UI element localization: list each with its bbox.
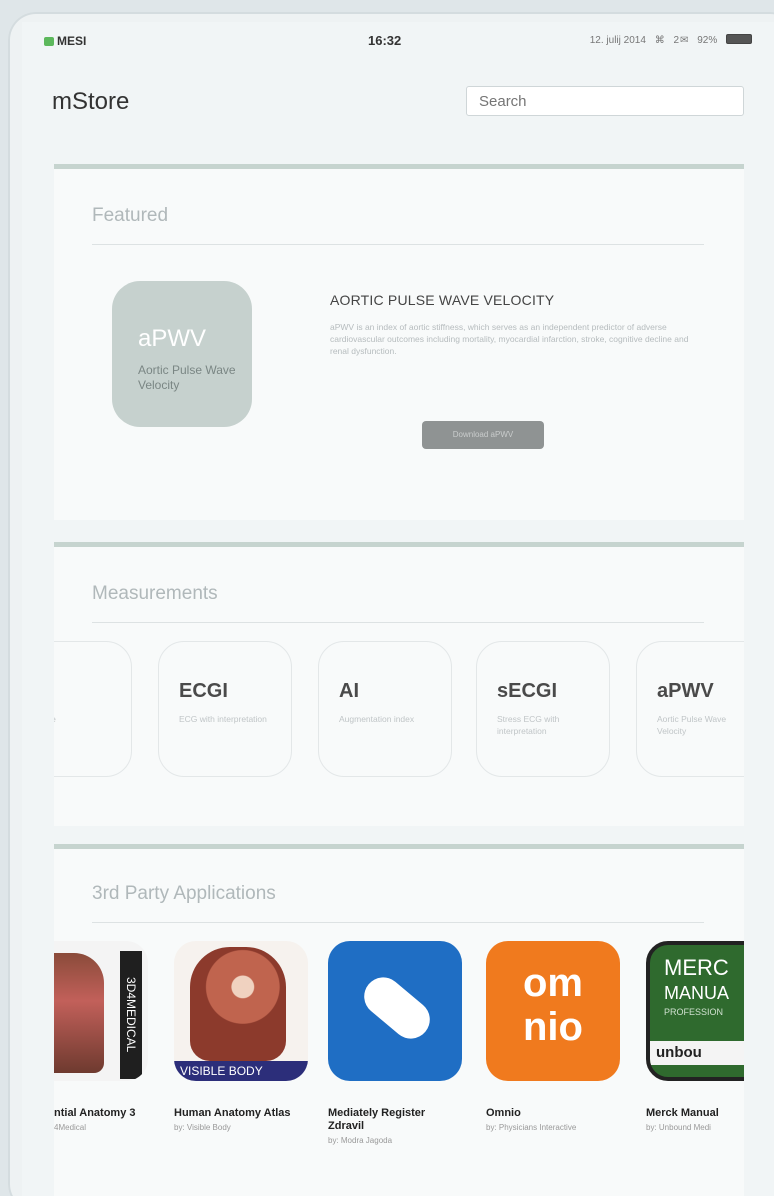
- featured-title: Featured: [92, 205, 169, 226]
- measurements-panel: Measurements P r Blood re ECGI ECG with …: [54, 542, 744, 826]
- app-developer: by: Modra Jagoda: [328, 1136, 393, 1145]
- app-item[interactable]: Mediately Register Zdravil by: Modra Jag…: [328, 941, 478, 1145]
- measurements-title: Measurements: [92, 583, 218, 604]
- app-item[interactable]: om nio Omnio by: Physicians Interactive: [486, 941, 636, 1132]
- anatomy-app-icon[interactable]: 3D4MEDICAL: [54, 941, 148, 1081]
- tile-subtitle: ECG with interpretation: [179, 714, 267, 724]
- battery-level: 92%: [697, 35, 718, 46]
- atlas-head-figure: [190, 947, 286, 1061]
- measurement-tile[interactable]: P r Blood re: [54, 641, 132, 777]
- tile-title: aPWV: [657, 680, 714, 702]
- status-bar: MESI 16:32 12. julij 2014 ⌘ 2✉ 92%: [22, 22, 774, 58]
- third-party-title: 3rd Party Applications: [92, 883, 276, 904]
- page-title: mStore: [52, 88, 130, 115]
- app-item[interactable]: MERC MANUA PROFESSION unbou Merck Manual…: [646, 941, 744, 1132]
- app-name: Omnio: [486, 1107, 521, 1119]
- app-name: ntial Anatomy 3: [54, 1107, 136, 1119]
- tile-subtitle: r Blood re: [54, 713, 109, 725]
- date-label: 12. julij 2014: [589, 35, 646, 46]
- measurement-tile[interactable]: aPWV Aortic Pulse Wave Velocity: [636, 641, 744, 777]
- omnio-icon-text: om nio: [523, 961, 583, 1049]
- merck-icon-line-3: PROFESSION: [664, 1007, 724, 1017]
- tile-title: P: [54, 680, 131, 703]
- atlas-icon-text: VISIBLE BODY: [174, 1061, 308, 1081]
- measurement-tile[interactable]: AI Augmentation index: [318, 641, 452, 777]
- measurement-tile[interactable]: sECGI Stress ECG with interpretation: [476, 641, 610, 777]
- app-developer: by: Physicians Interactive: [486, 1123, 577, 1132]
- tile-subtitle: Aortic Pulse Wave Velocity: [657, 714, 727, 736]
- merck-icon-line-2: MANUA: [664, 983, 730, 1003]
- app-item[interactable]: 3D4MEDICAL ntial Anatomy 3 4Medical: [54, 941, 164, 1132]
- mediately-app-icon[interactable]: [328, 941, 462, 1081]
- app-item[interactable]: VISIBLE BODY Human Anatomy Atlas by: Vis…: [174, 941, 324, 1132]
- app-developer: by: Visible Body: [174, 1123, 231, 1132]
- featured-icon-title: aPWV: [138, 325, 207, 352]
- app-developer: 4Medical: [54, 1123, 87, 1132]
- mail-count: 2: [673, 35, 680, 46]
- third-party-panel: 3rd Party Applications 3D4MEDICAL ntial …: [54, 844, 744, 1196]
- omnio-app-icon[interactable]: om nio: [486, 941, 620, 1081]
- carrier-icon: [44, 37, 54, 46]
- anatomy-icon-text: 3D4MEDICAL: [120, 951, 142, 1079]
- tile-title: AI: [339, 680, 359, 702]
- merck-app-icon[interactable]: MERC MANUA PROFESSION unbou: [646, 941, 744, 1081]
- tile-subtitle: Augmentation index: [339, 714, 415, 724]
- battery-icon: [726, 34, 752, 44]
- app-name: Merck Manual: [646, 1107, 719, 1119]
- third-party-divider: [92, 922, 704, 923]
- merck-icon-line-1: MERC: [664, 955, 729, 980]
- tile-title: ECGI: [179, 680, 228, 702]
- search-input[interactable]: [466, 86, 744, 116]
- measurement-tile[interactable]: ECGI ECG with interpretation: [158, 641, 292, 777]
- mail-icon: ✉: [680, 35, 689, 46]
- apps-carousel[interactable]: 3D4MEDICAL ntial Anatomy 3 4Medical VISI…: [54, 941, 744, 1181]
- featured-heading: AORTIC PULSE WAVE VELOCITY: [330, 292, 555, 308]
- measurements-carousel[interactable]: P r Blood re ECGI ECG with interpretatio…: [54, 641, 744, 781]
- measurements-divider: [92, 622, 704, 623]
- app-name: Human Anatomy Atlas: [174, 1107, 291, 1119]
- carrier-label: MESI: [57, 34, 87, 48]
- download-button[interactable]: Download aPWV: [422, 421, 544, 449]
- screen: MESI 16:32 12. julij 2014 ⌘ 2✉ 92% mStor…: [22, 22, 774, 1196]
- atlas-app-icon[interactable]: VISIBLE BODY: [174, 941, 308, 1081]
- tile-title: sECGI: [497, 680, 558, 702]
- featured-app-icon[interactable]: aPWV Aortic Pulse Wave Velocity: [112, 281, 252, 427]
- status-right: 12. julij 2014 ⌘ 2✉ 92%: [584, 34, 752, 46]
- app-developer: by: Unbound Medi: [646, 1123, 711, 1132]
- anatomy-figure: [54, 953, 104, 1073]
- featured-description: aPWV is an index of aortic stiffness, wh…: [330, 322, 689, 356]
- clock: 16:32: [368, 33, 402, 48]
- merck-icon-line-4: unbou: [650, 1041, 744, 1065]
- featured-panel: Featured aPWV Aortic Pulse Wave Velocity…: [54, 164, 744, 520]
- pill-icon: [356, 969, 438, 1047]
- carrier: MESI: [44, 34, 86, 48]
- featured-divider: [92, 244, 704, 245]
- tile-subtitle: Stress ECG with interpretation: [497, 714, 560, 736]
- featured-icon-subtitle: Aortic Pulse Wave Velocity: [138, 363, 236, 392]
- wifi-icon: ⌘: [654, 35, 665, 46]
- app-name: Mediately Register Zdravil: [328, 1107, 426, 1132]
